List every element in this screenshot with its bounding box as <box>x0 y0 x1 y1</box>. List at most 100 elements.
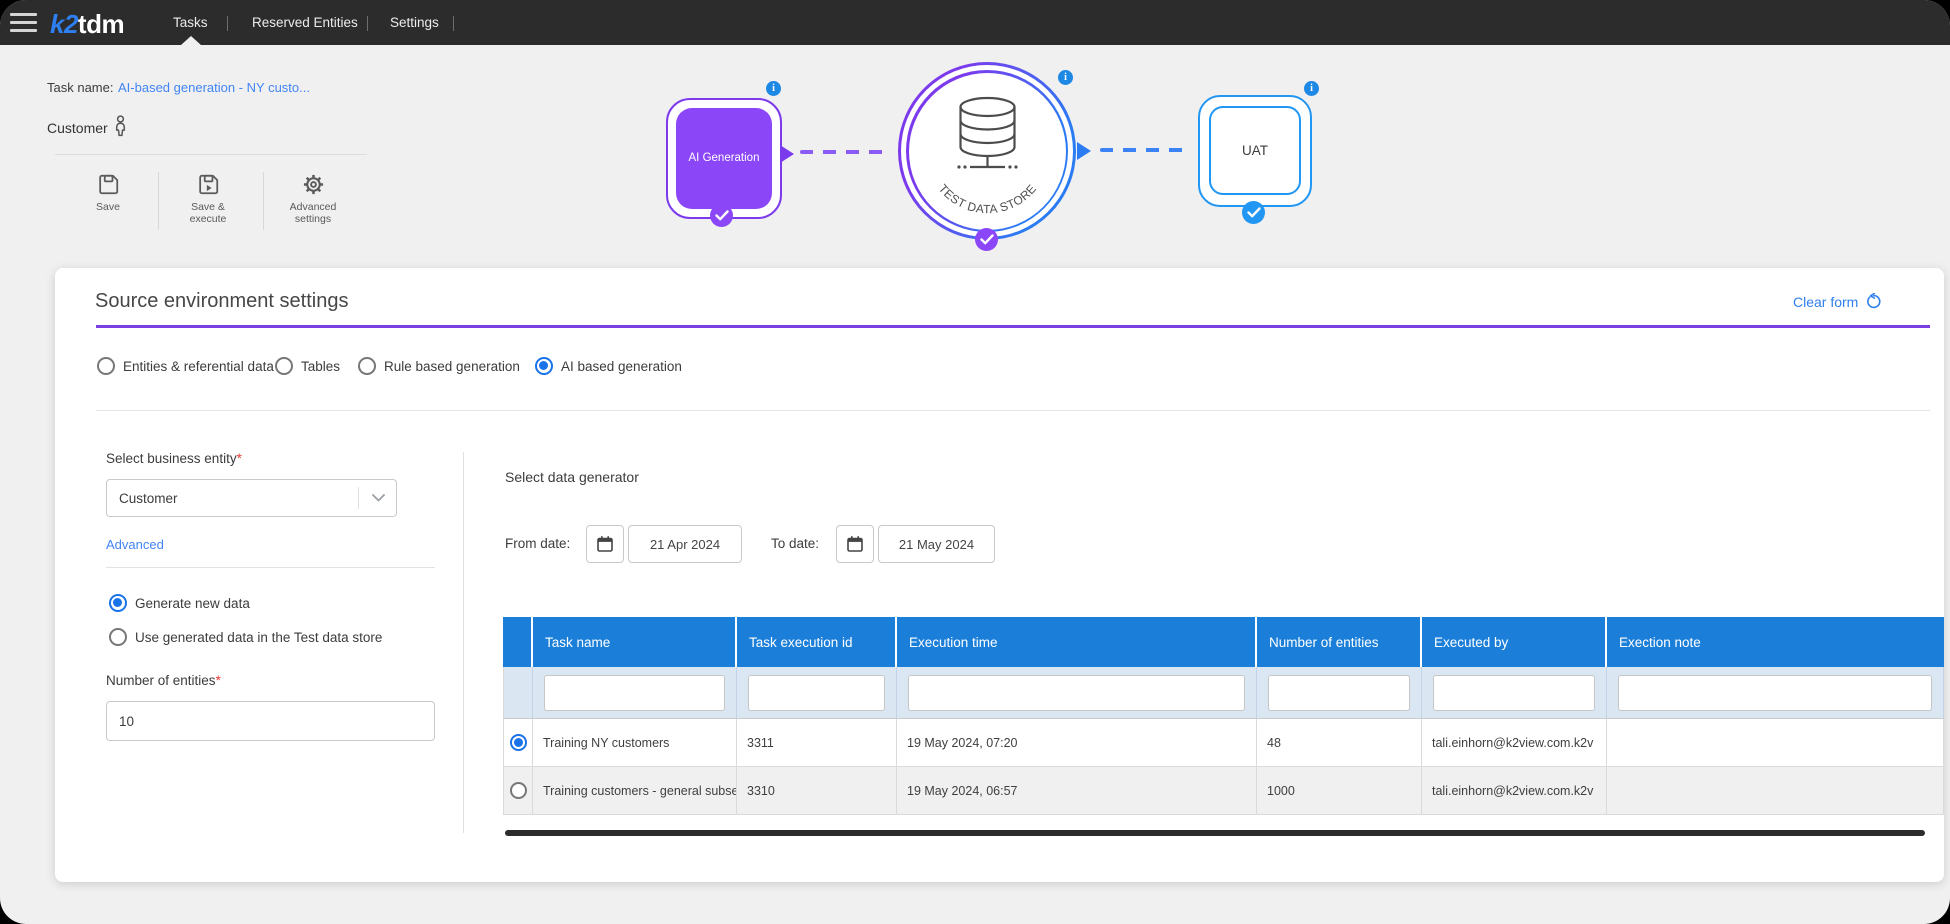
flow-node-test-data-store[interactable]: TEST DATA STORE <box>898 62 1076 240</box>
section-divider <box>96 410 1930 411</box>
flow-arrow-icon <box>1077 142 1091 160</box>
to-date-value[interactable]: 21 May 2024 <box>878 525 995 563</box>
radio-icon[interactable] <box>109 628 127 646</box>
advanced-link[interactable]: Advanced <box>106 537 164 552</box>
data-radio-use-generated[interactable]: Use generated data in the Test data stor… <box>109 628 382 646</box>
cell-entities: 1000 <box>1257 767 1422 815</box>
toolbar-divider <box>158 172 159 230</box>
nav-divider <box>227 16 228 31</box>
table-header-exection-note[interactable]: Exection note <box>1607 617 1944 667</box>
filter-input-task-execution-id[interactable] <box>748 675 885 711</box>
save-execute-button[interactable]: Save & execute <box>166 172 250 225</box>
nav-divider <box>453 16 454 31</box>
filter-input-task-name[interactable] <box>544 675 725 711</box>
data-radio-label: Use generated data in the Test data stor… <box>135 630 382 645</box>
info-icon[interactable]: i <box>1058 70 1073 85</box>
from-date-value[interactable]: 21 Apr 2024 <box>628 525 742 563</box>
radio-icon[interactable] <box>275 357 293 375</box>
advanced-settings-button[interactable]: Advanced settings <box>271 172 355 225</box>
flow-node-ai-generation[interactable]: AI Generation <box>666 98 782 219</box>
left-form-divider <box>106 567 435 568</box>
row-radio[interactable] <box>510 782 527 799</box>
entity-name-label: Customer <box>47 120 108 136</box>
table-header-executed-by[interactable]: Executed by <box>1422 617 1607 667</box>
table-header-task-execution-id[interactable]: Task execution id <box>737 617 897 667</box>
number-of-entities-label: Number of entities* <box>106 673 221 688</box>
from-date-label: From date: <box>505 536 570 551</box>
panel-title: Source environment settings <box>95 290 348 313</box>
from-date-calendar-button[interactable] <box>586 525 624 563</box>
radio-icon-selected[interactable] <box>109 594 127 612</box>
radio-icon[interactable] <box>358 357 376 375</box>
mode-radio-entities-referential[interactable]: Entities & referential data <box>97 357 274 375</box>
table-header-task-name[interactable]: Task name <box>533 617 737 667</box>
check-icon <box>975 228 998 251</box>
filter-input-execution-time[interactable] <box>908 675 1245 711</box>
cell-note <box>1607 719 1944 767</box>
data-radio-generate-new[interactable]: Generate new data <box>109 594 250 612</box>
radio-icon[interactable] <box>97 357 115 375</box>
logo-tdm: tdm <box>78 9 124 39</box>
calendar-icon <box>846 535 864 553</box>
mode-radio-ai-based[interactable]: AI based generation <box>535 357 682 375</box>
save-execute-label: Save & execute <box>180 201 236 225</box>
flow-node-uat[interactable]: UAT <box>1198 95 1312 207</box>
task-name-link[interactable]: AI-based generation - NY custo... <box>118 80 310 95</box>
radio-icon-selected[interactable] <box>535 357 553 375</box>
table-header-execution-time[interactable]: Execution time <box>897 617 1257 667</box>
business-entity-select[interactable]: Customer <box>106 479 397 517</box>
table-header-number-of-entities[interactable]: Number of entities <box>1257 617 1422 667</box>
k2tdm-logo: k2tdm <box>50 9 124 40</box>
filter-cell <box>1607 667 1944 719</box>
filter-cell <box>1422 667 1607 719</box>
cell-execution-id: 3311 <box>737 719 897 767</box>
filter-input-executed-by[interactable] <box>1433 675 1595 711</box>
mode-radio-tables[interactable]: Tables <box>275 357 340 375</box>
chevron-down-icon <box>372 494 385 502</box>
cell-task-name: Training NY customers <box>533 719 737 767</box>
save-label: Save <box>96 201 120 213</box>
cell-executed-by: tali.einhorn@k2view.com.k2v <box>1422 767 1607 815</box>
flow-connector <box>1100 148 1190 152</box>
panel-accent-underline <box>96 325 1930 328</box>
cell-task-name: Training customers - general subset <box>533 767 737 815</box>
cell-entities: 48 <box>1257 719 1422 767</box>
calendar-icon <box>596 535 614 553</box>
check-icon <box>1242 201 1265 224</box>
filter-input-number-of-entities[interactable] <box>1268 675 1410 711</box>
save-button[interactable]: Save <box>66 172 150 213</box>
filter-cell <box>1257 667 1422 719</box>
filter-cell-radio <box>503 667 533 719</box>
person-icon <box>113 115 128 139</box>
to-date-calendar-button[interactable] <box>836 525 874 563</box>
required-asterisk: * <box>237 451 242 466</box>
mode-radio-label: Entities & referential data <box>123 359 274 374</box>
row-radio-selected[interactable] <box>510 734 527 751</box>
svg-text:TEST DATA STORE: TEST DATA STORE <box>935 181 1038 216</box>
info-icon[interactable]: i <box>766 81 781 96</box>
tab-tasks[interactable]: Tasks <box>173 15 208 30</box>
reset-icon <box>1865 293 1882 310</box>
cell-executed-by: tali.einhorn@k2view.com.k2v <box>1422 719 1607 767</box>
filter-input-exection-note[interactable] <box>1618 675 1932 711</box>
info-icon[interactable]: i <box>1304 81 1319 96</box>
hamburger-menu-icon[interactable] <box>10 13 37 37</box>
business-entity-value: Customer <box>119 491 178 506</box>
number-of-entities-input[interactable] <box>106 701 435 741</box>
active-tab-caret <box>181 36 201 45</box>
clear-form-button[interactable]: Clear form <box>1793 293 1882 310</box>
horizontal-scrollbar[interactable] <box>505 830 1925 836</box>
check-icon <box>710 204 733 227</box>
cell-note <box>1607 767 1944 815</box>
tab-settings[interactable]: Settings <box>390 15 439 30</box>
mode-radio-label: Rule based generation <box>384 359 520 374</box>
business-entity-label-text: Select business entity <box>106 451 237 466</box>
tab-reserved-entities[interactable]: Reserved Entities <box>252 15 358 30</box>
uat-node-label: UAT <box>1209 106 1301 195</box>
cell-execution-time: 19 May 2024, 06:57 <box>897 767 1257 815</box>
clear-form-label: Clear form <box>1793 294 1858 310</box>
logo-k2: k2 <box>50 9 78 39</box>
flow-arrow-icon <box>780 145 794 163</box>
save-execute-icon <box>196 172 221 197</box>
mode-radio-rule-based[interactable]: Rule based generation <box>358 357 520 375</box>
